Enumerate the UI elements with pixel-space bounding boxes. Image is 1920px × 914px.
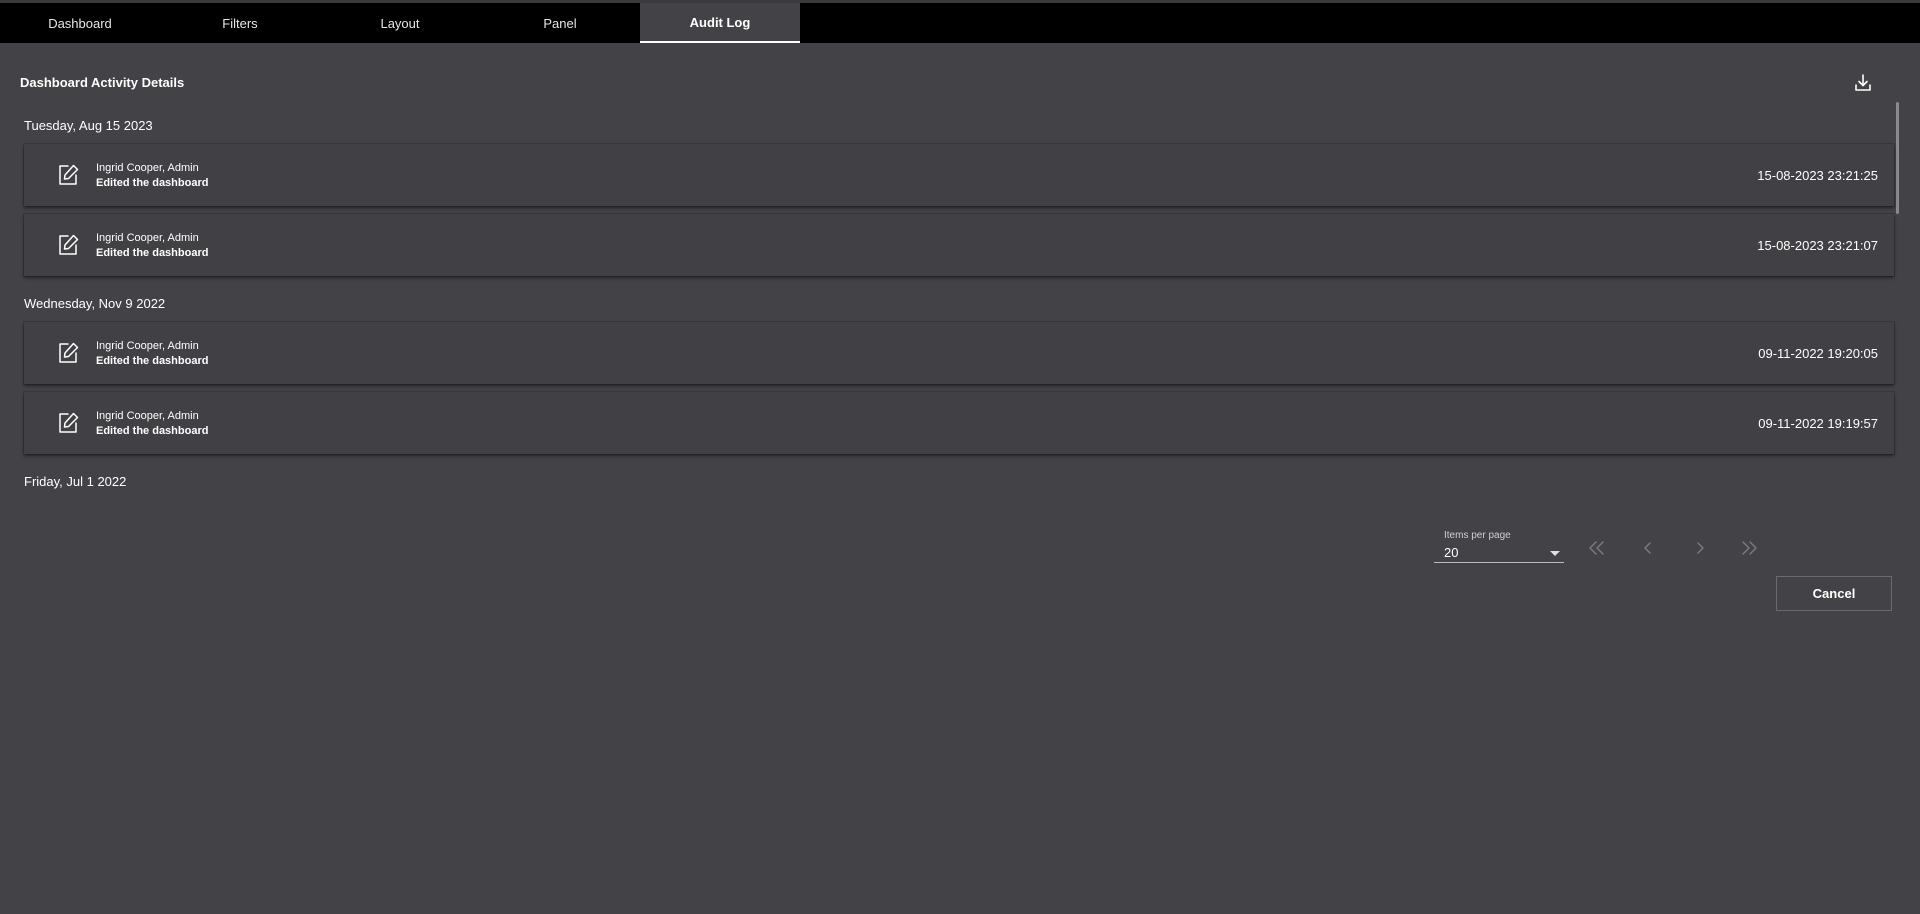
- scrollbar-thumb[interactable]: [1896, 102, 1899, 214]
- entry-timestamp: 15-08-2023 23:21:25: [1757, 167, 1878, 183]
- cancel-button[interactable]: Cancel: [1776, 576, 1892, 611]
- entry-user: Ingrid Cooper, Admin: [96, 231, 199, 244]
- entry-user: Ingrid Cooper, Admin: [96, 339, 199, 352]
- tab-bar: Dashboard Filters Layout Panel Audit Log: [0, 3, 1920, 43]
- items-per-page-value: 20: [1444, 545, 1459, 560]
- entry-user: Ingrid Cooper, Admin: [96, 161, 199, 174]
- tab-audit-log[interactable]: Audit Log: [640, 3, 800, 43]
- tab-filters[interactable]: Filters: [160, 3, 320, 43]
- entry-timestamp: 15-08-2023 23:21:07: [1757, 237, 1878, 253]
- panel-title: Dashboard Activity Details: [20, 75, 185, 90]
- last-page-icon[interactable]: [1738, 538, 1762, 558]
- download-icon[interactable]: [1852, 72, 1874, 94]
- tab-panel[interactable]: Panel: [480, 3, 640, 43]
- entry-user: Ingrid Cooper, Admin: [96, 409, 199, 422]
- log-entry: Ingrid Cooper, Admin Edited the dashboar…: [24, 392, 1894, 454]
- log-entry: Ingrid Cooper, Admin Edited the dashboar…: [24, 322, 1894, 384]
- items-per-page-label: Items per page: [1444, 530, 1511, 541]
- group-date: Friday, Jul 1 2022: [24, 473, 127, 489]
- group-date: Wednesday, Nov 9 2022: [24, 295, 166, 311]
- tab-layout[interactable]: Layout: [320, 3, 480, 43]
- entry-timestamp: 09-11-2022 19:20:05: [1758, 345, 1878, 361]
- group-date: Tuesday, Aug 15 2023: [24, 117, 153, 133]
- first-page-icon[interactable]: [1584, 538, 1608, 558]
- entry-action: Edited the dashboard: [96, 176, 209, 189]
- edit-icon: [56, 163, 80, 187]
- previous-page-icon[interactable]: [1636, 538, 1660, 558]
- entry-action: Edited the dashboard: [96, 246, 209, 259]
- edit-icon: [56, 341, 80, 365]
- entry-action: Edited the dashboard: [96, 354, 209, 367]
- dropdown-caret-icon: [1550, 551, 1560, 556]
- entry-timestamp: 09-11-2022 19:19:57: [1758, 415, 1878, 431]
- edit-icon: [56, 233, 80, 257]
- log-entry: Ingrid Cooper, Admin Edited the dashboar…: [24, 144, 1894, 206]
- tab-dashboard[interactable]: Dashboard: [0, 3, 160, 43]
- log-entry: Ingrid Cooper, Admin Edited the dashboar…: [24, 214, 1894, 276]
- edit-icon: [56, 411, 80, 435]
- items-per-page-select[interactable]: 20: [1434, 544, 1564, 563]
- next-page-icon[interactable]: [1688, 538, 1712, 558]
- audit-log-list: Tuesday, Aug 15 2023 Ingrid Cooper, Admi…: [24, 106, 1894, 500]
- entry-action: Edited the dashboard: [96, 424, 209, 437]
